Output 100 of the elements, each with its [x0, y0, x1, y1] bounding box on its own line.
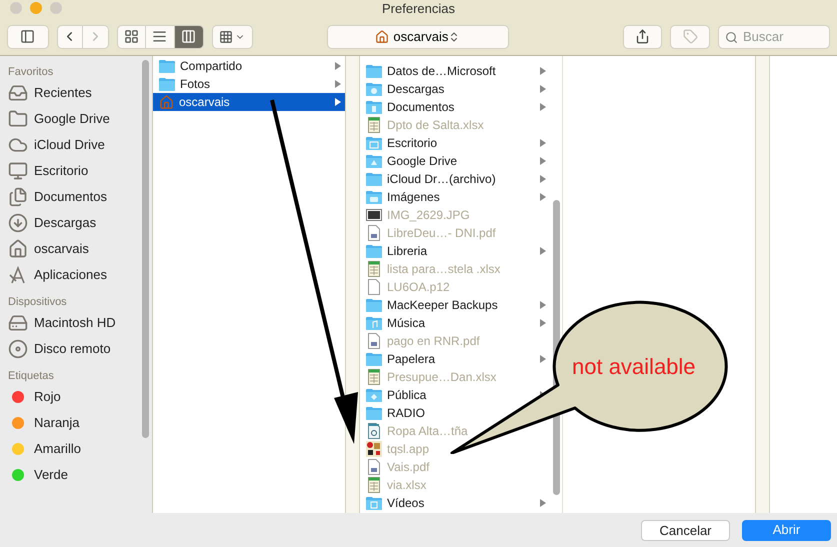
- disclosure-arrow-icon: [540, 247, 546, 255]
- sidebar-item[interactable]: Documentos: [8, 184, 152, 210]
- sidebar-item[interactable]: Naranja: [8, 410, 152, 436]
- sidebar-item[interactable]: Amarillo: [8, 436, 152, 462]
- sidebar-item[interactable]: Verde: [8, 462, 152, 488]
- spreadsheet-icon: [368, 117, 380, 133]
- file-row[interactable]: Descargas: [360, 80, 550, 98]
- folder-icon: [8, 109, 28, 129]
- view-mode-button[interactable]: [146, 24, 175, 48]
- folder-icon: [366, 352, 382, 366]
- disclosure-arrow-icon: [540, 175, 546, 183]
- camera-folder-icon: [366, 190, 382, 204]
- home-icon: [8, 239, 28, 259]
- sidebar-item[interactable]: iCloud Drive: [8, 132, 152, 158]
- columns-icon: [181, 29, 196, 44]
- cancel-button[interactable]: Cancelar: [641, 520, 730, 540]
- folder-icon: [159, 77, 175, 91]
- open-button[interactable]: Abrir: [742, 520, 831, 540]
- tray-icon: [8, 83, 28, 103]
- home-icon: [375, 30, 390, 44]
- share-button[interactable]: [622, 24, 662, 48]
- sidebar-heading: Favoritos: [8, 65, 54, 80]
- folder-icon: [366, 64, 382, 78]
- hard-drive-icon: [8, 313, 28, 333]
- sidebar-item[interactable]: oscarvais: [8, 236, 152, 262]
- sidebar-icon: [20, 29, 36, 44]
- file-name: Documentos: [387, 99, 456, 116]
- arrange-dropdown[interactable]: [212, 24, 254, 48]
- file-name: Google Drive: [387, 153, 458, 170]
- search-icon: [725, 30, 738, 44]
- search-field[interactable]: Buscar: [718, 24, 830, 48]
- scrollbar[interactable]: [142, 60, 149, 438]
- file-row[interactable]: Imágenes: [360, 188, 550, 206]
- spreadsheet-icon: [368, 477, 380, 493]
- sidebar-item[interactable]: Descargas: [8, 210, 152, 236]
- spreadsheet-icon: [368, 261, 380, 277]
- sidebar-item[interactable]: Escritorio: [8, 158, 152, 184]
- file-name: Música: [387, 315, 426, 332]
- public-folder-icon: [366, 388, 382, 402]
- desktop-folder-icon: [366, 136, 382, 150]
- file-row[interactable]: RADIO: [360, 404, 550, 422]
- disclosure-arrow-icon: [335, 62, 341, 70]
- disclosure-arrow-icon: [540, 319, 546, 327]
- sidebar-item[interactable]: Macintosh HD: [8, 310, 152, 336]
- file-name: oscarvais: [179, 94, 231, 111]
- path-dropdown[interactable]: oscarvais: [327, 24, 509, 48]
- view-mode-button[interactable]: [174, 24, 204, 48]
- file-name: iCloud Dr…(archivo): [387, 171, 497, 188]
- file-row[interactable]: Música: [360, 314, 550, 332]
- file-row[interactable]: Papelera: [360, 350, 550, 368]
- file-name: RADIO: [387, 405, 426, 422]
- file-name: Escritorio: [387, 135, 438, 152]
- disclosure-arrow-icon: [540, 85, 546, 93]
- file-row[interactable]: Compartido: [153, 57, 345, 75]
- file-name: Descargas: [387, 81, 446, 98]
- disc-icon: [8, 339, 28, 359]
- sidebar-item[interactable]: Disco remoto: [8, 336, 152, 362]
- file-row[interactable]: oscarvais: [153, 93, 345, 111]
- pdf-file-icon: [368, 225, 380, 241]
- file-row[interactable]: Libreria: [360, 242, 550, 260]
- file-name: Libreria: [387, 243, 428, 260]
- file-name: MacKeeper Backups: [387, 297, 499, 314]
- monitor-icon: [8, 161, 28, 181]
- music-folder-icon: [366, 316, 382, 330]
- grid-icon: [219, 30, 234, 44]
- window-title: Preferencias: [382, 0, 455, 18]
- file-row[interactable]: Vídeos: [360, 494, 550, 512]
- sidebar-item[interactable]: Aplicaciones: [8, 262, 152, 288]
- file-name: tqsl.app: [387, 441, 430, 458]
- file-name: lista para…stela .xlsx: [387, 261, 502, 278]
- file-row[interactable]: Google Drive: [360, 152, 550, 170]
- file-row[interactable]: Fotos: [153, 75, 345, 93]
- disclosure-arrow-icon: [540, 499, 546, 507]
- disclosure-arrow-icon: [540, 139, 546, 147]
- file-row[interactable]: Datos de…Microsoft: [360, 62, 550, 80]
- sidebar-item[interactable]: Recientes: [8, 80, 152, 106]
- sidebar-item[interactable]: Google Drive: [8, 106, 152, 132]
- file-name: Pública: [387, 387, 428, 404]
- view-mode-button[interactable]: [116, 24, 146, 48]
- file-name: pago en RNR.pdf: [387, 333, 481, 350]
- sidebar-toggle-button[interactable]: [7, 24, 49, 48]
- video-folder-icon: [366, 496, 382, 510]
- file-row[interactable]: Escritorio: [360, 134, 550, 152]
- folder-icon: [366, 244, 382, 258]
- list-icon: [152, 29, 168, 44]
- disclosure-arrow-icon: [540, 67, 546, 75]
- disclosure-arrow-icon: [335, 98, 341, 106]
- file-row[interactable]: MacKeeper Backups: [360, 296, 550, 314]
- file-row[interactable]: Documentos: [360, 98, 550, 116]
- back-button[interactable]: [56, 24, 83, 48]
- file-name: Presupue…Dan.xlsx: [387, 369, 498, 386]
- disclosure-arrow-icon: [540, 103, 546, 111]
- disclosure-arrow-icon: [540, 355, 546, 363]
- file-row[interactable]: iCloud Dr…(archivo): [360, 170, 550, 188]
- file-name: via.xlsx: [387, 477, 428, 494]
- disclosure-arrow-icon: [335, 80, 341, 88]
- disclosure-arrow-icon: [540, 157, 546, 165]
- sidebar-item[interactable]: Rojo: [8, 384, 152, 410]
- file-name: Imágenes: [387, 189, 441, 206]
- file-name: Compartido: [180, 58, 244, 75]
